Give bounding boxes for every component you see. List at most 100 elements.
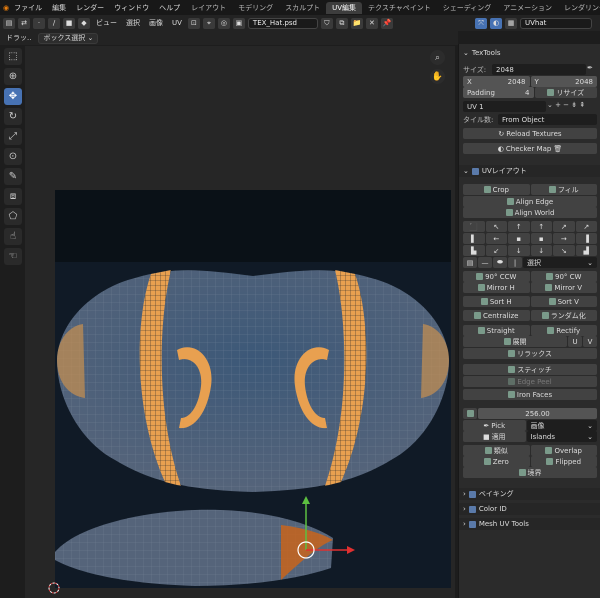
unwrap-u-button[interactable]: U [568,336,582,347]
align-world-button[interactable]: Align World [463,207,597,218]
annotate-tool-icon[interactable]: ✎ [4,168,22,185]
edge-select-icon[interactable]: / [48,17,60,29]
stitch-button[interactable]: スティッチ [463,364,597,375]
align-left-button[interactable]: ▌ [463,233,485,244]
pick-button[interactable]: ✒ Pick [463,420,526,431]
align-bottom-right-button[interactable]: ▟ [575,245,597,256]
face-select-icon[interactable]: ■ [63,17,75,29]
flipped-button[interactable]: Flipped [530,456,597,467]
align-center-button[interactable]: ▪ [508,233,530,244]
align-right-button[interactable]: ▐ [575,233,597,244]
select-mode-dropdown[interactable]: ボックス選択 ⌄ [38,32,99,44]
menu-file[interactable]: ファイル [9,3,47,13]
vertex-select-icon[interactable]: · [33,17,45,29]
transform-tool-icon[interactable]: ⊙ [4,148,22,165]
align-edge-button[interactable]: Align Edge [463,196,597,207]
menu-render[interactable]: レンダー [71,3,109,13]
baking-section-header[interactable]: › ベイキング [459,488,600,500]
uv-channel-controls[interactable]: ⌄ + − ⇟ ⇞ [547,101,597,112]
tab-modeling[interactable]: モデリング [232,2,279,14]
tab-shading[interactable]: シェーディング [437,2,498,14]
cursor-tool-icon[interactable]: ⊕ [4,68,22,85]
menu-uv[interactable]: UV [169,19,185,27]
menu-image[interactable]: 画像 [146,18,166,28]
uvmap-name-field[interactable]: UVhat [520,17,592,29]
align-left2-button[interactable]: ← [485,233,507,244]
sort-v-button[interactable]: Sort V [530,296,597,307]
tile-dropdown[interactable]: From Object [498,114,597,125]
size-y-field[interactable]: Y 2048 [530,76,597,87]
tab-rendering[interactable]: レンダリング [558,2,600,14]
menu-view[interactable]: ビュー [93,18,120,28]
checker-map-button[interactable]: ◐ Checker Map 🗑 [463,143,597,154]
align-vline-button[interactable]: | [508,257,522,268]
edge-peel-button[interactable]: Edge Peel [463,376,597,387]
unlink-icon[interactable]: ✕ [365,17,378,29]
menu-help[interactable]: ヘルプ [154,3,185,13]
align-top-left-button[interactable]: ⬛ [463,221,485,232]
tab-uv-editing[interactable]: UV編集 [326,1,363,14]
align-top-right2-button[interactable]: ↗ [553,221,575,232]
align-h-button[interactable]: ▤ [463,257,477,268]
rectify-button[interactable]: Rectify [530,325,597,336]
pivot-icon[interactable]: ⊡ [187,17,200,29]
select-box-tool-icon[interactable]: ⬚ [4,48,22,65]
similar-button[interactable]: 類似 [463,445,530,456]
resize-button[interactable]: リサイズ [534,87,597,98]
align-top2-button[interactable]: ↑ [530,221,552,232]
new-image-icon[interactable]: ⧉ [335,17,348,29]
texel-density-field[interactable]: 256.00 [478,408,597,419]
iron-faces-button[interactable]: Iron Faces [463,389,597,400]
sort-h-button[interactable]: Sort H [463,296,530,307]
align-hline-button[interactable]: — [478,257,492,268]
overlay-toggle-icon[interactable]: ◐ [490,17,502,29]
color-id-section-header[interactable]: › Color ID [459,503,600,515]
crop-button[interactable]: Crop [463,184,530,195]
proportional-icon[interactable]: ◎ [217,17,230,29]
sync-selection-icon[interactable]: ⇄ [18,17,30,29]
texel-icon-button[interactable] [463,408,477,419]
randomize-button[interactable]: ランダム化 [530,310,597,321]
eyedropper-icon[interactable]: ✒ [587,64,597,75]
align-top-left2-button[interactable]: ↖ [485,221,507,232]
overlap-button[interactable]: Overlap [530,445,597,456]
pan-hand-icon[interactable]: ✋ [430,69,445,84]
align-top-button[interactable]: ↑ [508,221,530,232]
align-select-dropdown[interactable]: 選択 ⌄ [523,257,597,268]
2d-cursor-icon[interactable] [46,580,62,596]
align-top-right-button[interactable]: ↗ [575,221,597,232]
image-name-field[interactable]: TEX_Hat.psd [247,17,318,29]
straight-button[interactable]: Straight [463,325,530,336]
tab-layout[interactable]: レイアウト [185,2,232,14]
mirror-v-button[interactable]: Mirror V [530,282,597,293]
move-tool-icon[interactable]: ✥ [4,88,22,105]
uv-canvas[interactable] [55,190,451,588]
trash-icon[interactable]: 🗑 [553,145,562,153]
pinch-tool-icon[interactable]: ☜ [4,248,22,265]
fake-user-icon[interactable]: ⛉ [320,17,333,29]
image-browse-icon[interactable]: ▣ [232,17,245,29]
rip-tool-icon[interactable]: ⧈ [4,188,22,205]
align-bottom-button[interactable]: ↓ [508,245,530,256]
menu-edit[interactable]: 編集 [47,3,71,13]
centralize-button[interactable]: Centralize [463,310,530,321]
snap-icon[interactable]: ⌖ [202,17,215,29]
rotate-tool-icon[interactable]: ↻ [4,108,22,125]
unwrap-v-button[interactable]: V [583,336,597,347]
relax-button[interactable]: リラックス [463,348,597,359]
scale-tool-icon[interactable]: ⤢ [4,128,22,145]
apply-mode-dropdown[interactable]: Islands ⌄ [526,431,597,442]
align-bottom2-button[interactable]: ↓ [530,245,552,256]
menu-window[interactable]: ウィンドウ [109,3,154,13]
grab-tool-icon[interactable]: ☝ [4,228,22,245]
island-select-icon[interactable]: ◆ [78,17,90,29]
pin-icon[interactable]: 📌 [380,17,393,29]
tab-sculpt[interactable]: スカルプト [279,2,326,14]
tab-animation[interactable]: アニメーション [497,2,558,14]
reload-textures-button[interactable]: ↻ Reload Textures [463,128,597,139]
menu-select[interactable]: 選択 [123,18,143,28]
rotate-cw-button[interactable]: 90° CW [530,271,597,282]
textools-header[interactable]: ⌄ TexTools [459,47,600,59]
open-image-icon[interactable]: 📁 [350,17,363,29]
zero-button[interactable]: Zero [463,456,530,467]
